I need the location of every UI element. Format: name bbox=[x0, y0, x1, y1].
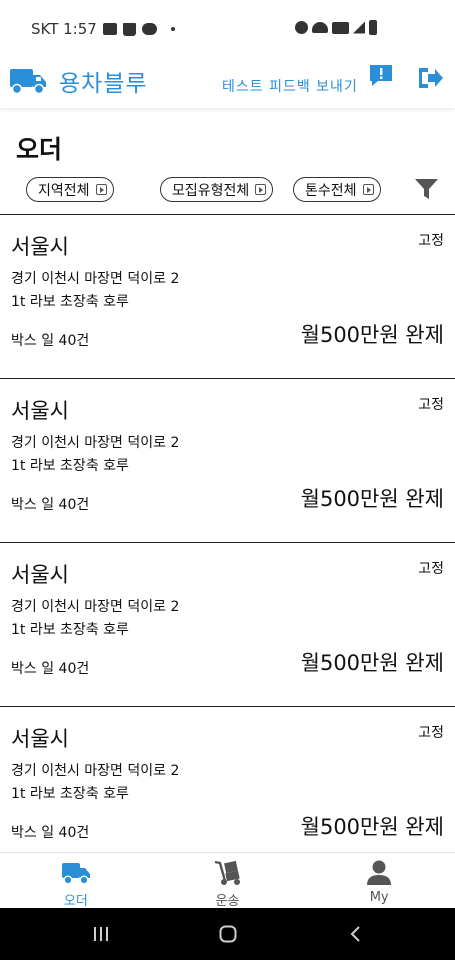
tonnage-filter[interactable]: 톤수전체 bbox=[293, 177, 381, 202]
order-card[interactable]: 서울시 고정 경기 이천시 마장면 덕이로 2 1t 라보 초장축 호루 박스 … bbox=[0, 215, 455, 379]
hand-truck-icon bbox=[214, 860, 240, 885]
tab-my[interactable]: My bbox=[303, 853, 455, 908]
tab-order[interactable]: 오더 bbox=[0, 853, 152, 909]
status-right bbox=[295, 20, 377, 35]
order-region: 서울시 bbox=[11, 399, 69, 423]
system-nav-bar bbox=[0, 908, 455, 960]
tonnage-filter-label: 톤수전체 bbox=[305, 182, 357, 199]
app-title: 용차블루 bbox=[59, 71, 148, 97]
shopping-bag-icon bbox=[122, 22, 136, 36]
dropdown-arrow-icon bbox=[95, 184, 107, 195]
app-header: 용차블루 테스트 피드백 보내기 bbox=[0, 56, 455, 108]
order-card[interactable]: 서울시 고정 경기 이천시 마장면 덕이로 2 1t 라보 초장축 호루 박스 … bbox=[0, 543, 455, 707]
order-vehicle: 1t 라보 초장축 호루 bbox=[11, 622, 129, 638]
recruit-type-filter[interactable]: 모집유형전체 bbox=[160, 177, 274, 202]
dot-icon bbox=[170, 27, 175, 31]
recent-apps-icon[interactable] bbox=[91, 924, 111, 944]
order-address: 경기 이천시 마장면 덕이로 2 bbox=[11, 763, 180, 779]
region-filter[interactable]: 지역전체 bbox=[26, 177, 114, 202]
filter-icon[interactable] bbox=[414, 177, 439, 201]
hd-voice-icon bbox=[332, 21, 349, 34]
truck-logo-icon bbox=[10, 69, 46, 95]
feedback-link[interactable]: 테스트 피드백 보내기 bbox=[222, 76, 358, 96]
order-work: 박스 일 40건 bbox=[11, 661, 90, 677]
order-pay: 월500만원 완제 bbox=[300, 815, 444, 839]
signal-icon bbox=[353, 21, 365, 34]
tab-transport[interactable]: 운송 bbox=[152, 853, 304, 909]
order-address: 경기 이천시 마장면 덕이로 2 bbox=[11, 271, 180, 287]
region-filter-label: 지역전체 bbox=[38, 182, 90, 199]
logout-icon[interactable] bbox=[416, 66, 444, 90]
order-work: 박스 일 40건 bbox=[11, 497, 90, 513]
tab-order-label: 오더 bbox=[63, 894, 88, 909]
bottom-nav: 오더 운송 My bbox=[0, 852, 455, 909]
order-pay: 월500만원 완제 bbox=[300, 487, 444, 511]
order-work: 박스 일 40건 bbox=[11, 333, 90, 349]
order-address: 경기 이천시 마장면 덕이로 2 bbox=[11, 435, 180, 451]
battery-icon bbox=[369, 20, 377, 35]
order-vehicle: 1t 라보 초장축 호루 bbox=[11, 786, 129, 802]
person-icon bbox=[367, 860, 392, 885]
back-icon[interactable] bbox=[346, 924, 366, 944]
tab-transport-label: 운송 bbox=[215, 894, 240, 909]
status-bar: SKT 1:57 bbox=[0, 0, 455, 56]
order-card[interactable]: 서울시 고정 경기 이천시 마장면 덕이로 2 1t 라보 초장축 호루 박스 … bbox=[0, 707, 455, 852]
order-region: 서울시 bbox=[11, 563, 69, 587]
carrier-time: SKT 1:57 bbox=[31, 20, 97, 38]
order-vehicle: 1t 라보 초장축 호루 bbox=[11, 294, 129, 310]
order-region: 서울시 bbox=[11, 235, 69, 259]
feedback-icon[interactable] bbox=[368, 63, 394, 87]
order-region: 서울시 bbox=[11, 727, 69, 751]
page-title: 오더 bbox=[16, 135, 63, 164]
order-type-badge: 고정 bbox=[418, 233, 444, 249]
order-work: 박스 일 40건 bbox=[11, 825, 90, 841]
order-type-badge: 고정 bbox=[418, 725, 444, 741]
alarm-icon bbox=[295, 21, 308, 34]
order-vehicle: 1t 라보 초장축 호루 bbox=[11, 458, 129, 474]
tab-my-label: My bbox=[369, 890, 389, 905]
wifi-icon bbox=[312, 22, 328, 33]
mail-icon bbox=[102, 23, 117, 35]
order-pay: 월500만원 완제 bbox=[300, 651, 444, 675]
home-icon[interactable] bbox=[218, 924, 238, 944]
order-address: 경기 이천시 마장면 덕이로 2 bbox=[11, 599, 180, 615]
order-list: 서울시 고정 경기 이천시 마장면 덕이로 2 1t 라보 초장축 호루 박스 … bbox=[0, 214, 455, 852]
dropdown-arrow-icon bbox=[362, 184, 374, 195]
order-card[interactable]: 서울시 고정 경기 이천시 마장면 덕이로 2 1t 라보 초장축 호루 박스 … bbox=[0, 379, 455, 543]
order-pay: 월500만원 완제 bbox=[300, 323, 444, 347]
dropdown-arrow-icon bbox=[255, 184, 267, 195]
order-type-badge: 고정 bbox=[418, 561, 444, 577]
order-type-badge: 고정 bbox=[418, 397, 444, 413]
status-left: SKT 1:57 bbox=[31, 20, 175, 38]
truck-icon bbox=[61, 863, 90, 885]
talk-icon bbox=[141, 23, 157, 35]
recruit-type-filter-label: 모집유형전체 bbox=[172, 182, 250, 199]
